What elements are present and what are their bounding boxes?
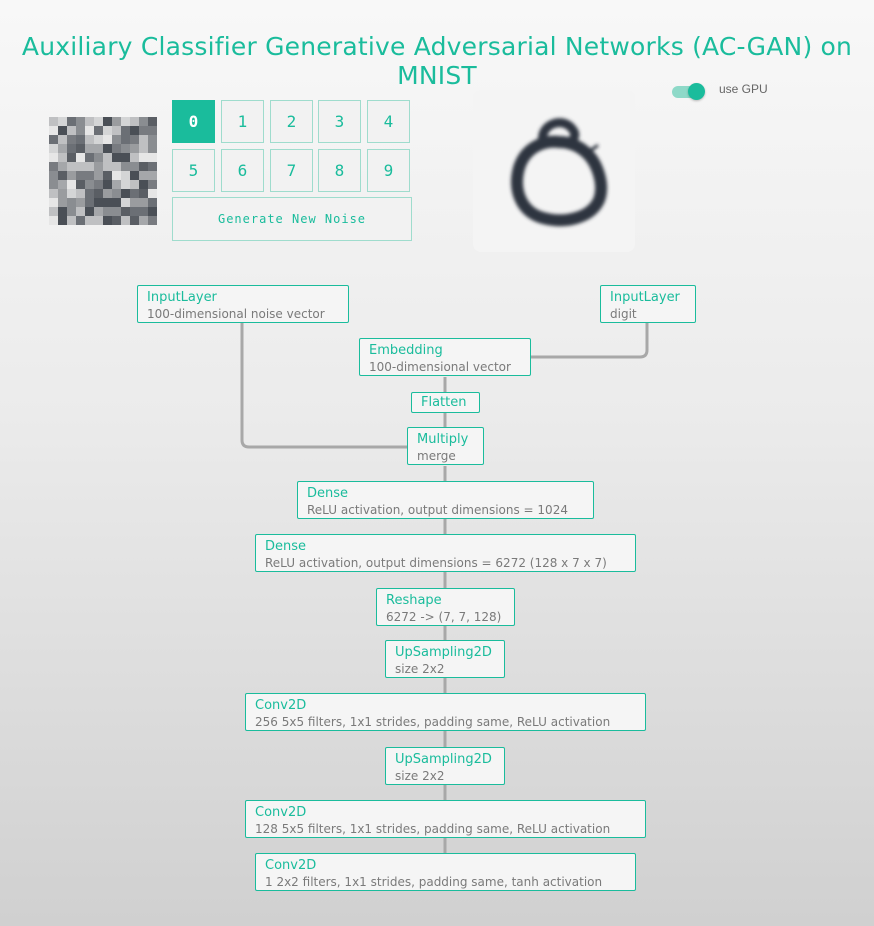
layer-name: InputLayer <box>610 290 680 305</box>
layer-description: 6272 -> (7, 7, 128) <box>386 610 502 624</box>
layer-input-digit: InputLayer digit <box>600 285 696 323</box>
layer-name: Embedding <box>369 343 443 358</box>
layer-description: 100-dimensional vector <box>369 360 511 374</box>
layer-name: Conv2D <box>255 805 307 820</box>
layer-name: UpSampling2D <box>395 645 492 660</box>
layer-name: Flatten <box>421 395 467 410</box>
layer-description: digit <box>610 307 637 321</box>
layer-reshape: Reshape 6272 -> (7, 7, 128) <box>376 588 515 626</box>
layer-description: 128 5x5 filters, 1x1 strides, padding sa… <box>255 822 611 836</box>
layer-upsampling-1: UpSampling2D size 2x2 <box>385 640 505 678</box>
layer-name: UpSampling2D <box>395 752 492 767</box>
layer-description: size 2x2 <box>395 769 445 783</box>
layer-name: Conv2D <box>255 698 307 713</box>
layer-conv2d-2: Conv2D 128 5x5 filters, 1x1 strides, pad… <box>245 800 646 838</box>
layer-embedding: Embedding 100-dimensional vector <box>359 338 531 376</box>
layer-name: Reshape <box>386 593 442 608</box>
layer-description: size 2x2 <box>395 662 445 676</box>
layer-dense-2: Dense ReLU activation, output dimensions… <box>255 534 636 572</box>
layer-multiply: Multiply merge <box>407 427 484 465</box>
layer-name: Conv2D <box>265 858 317 873</box>
layer-dense-1: Dense ReLU activation, output dimensions… <box>297 481 594 519</box>
layer-upsampling-2: UpSampling2D size 2x2 <box>385 747 505 785</box>
layer-input-noise: InputLayer 100-dimensional noise vector <box>137 285 349 323</box>
layer-description: ReLU activation, output dimensions = 627… <box>265 556 607 570</box>
layer-description: 256 5x5 filters, 1x1 strides, padding sa… <box>255 715 611 729</box>
layer-description: merge <box>417 449 456 463</box>
layer-name: Dense <box>265 539 307 554</box>
layer-description: 1 2x2 filters, 1x1 strides, padding same… <box>265 875 603 889</box>
layer-flatten: Flatten <box>411 392 480 413</box>
layer-conv2d-3: Conv2D 1 2x2 filters, 1x1 strides, paddi… <box>255 853 636 891</box>
layer-name: Multiply <box>417 432 469 447</box>
layer-description: 100-dimensional noise vector <box>147 307 325 321</box>
layer-name: Dense <box>307 486 349 501</box>
layer-conv2d-1: Conv2D 256 5x5 filters, 1x1 strides, pad… <box>245 693 646 731</box>
layer-name: InputLayer <box>147 290 217 305</box>
wire-digit-to-embedding <box>531 323 649 359</box>
layer-description: ReLU activation, output dimensions = 102… <box>307 503 568 517</box>
